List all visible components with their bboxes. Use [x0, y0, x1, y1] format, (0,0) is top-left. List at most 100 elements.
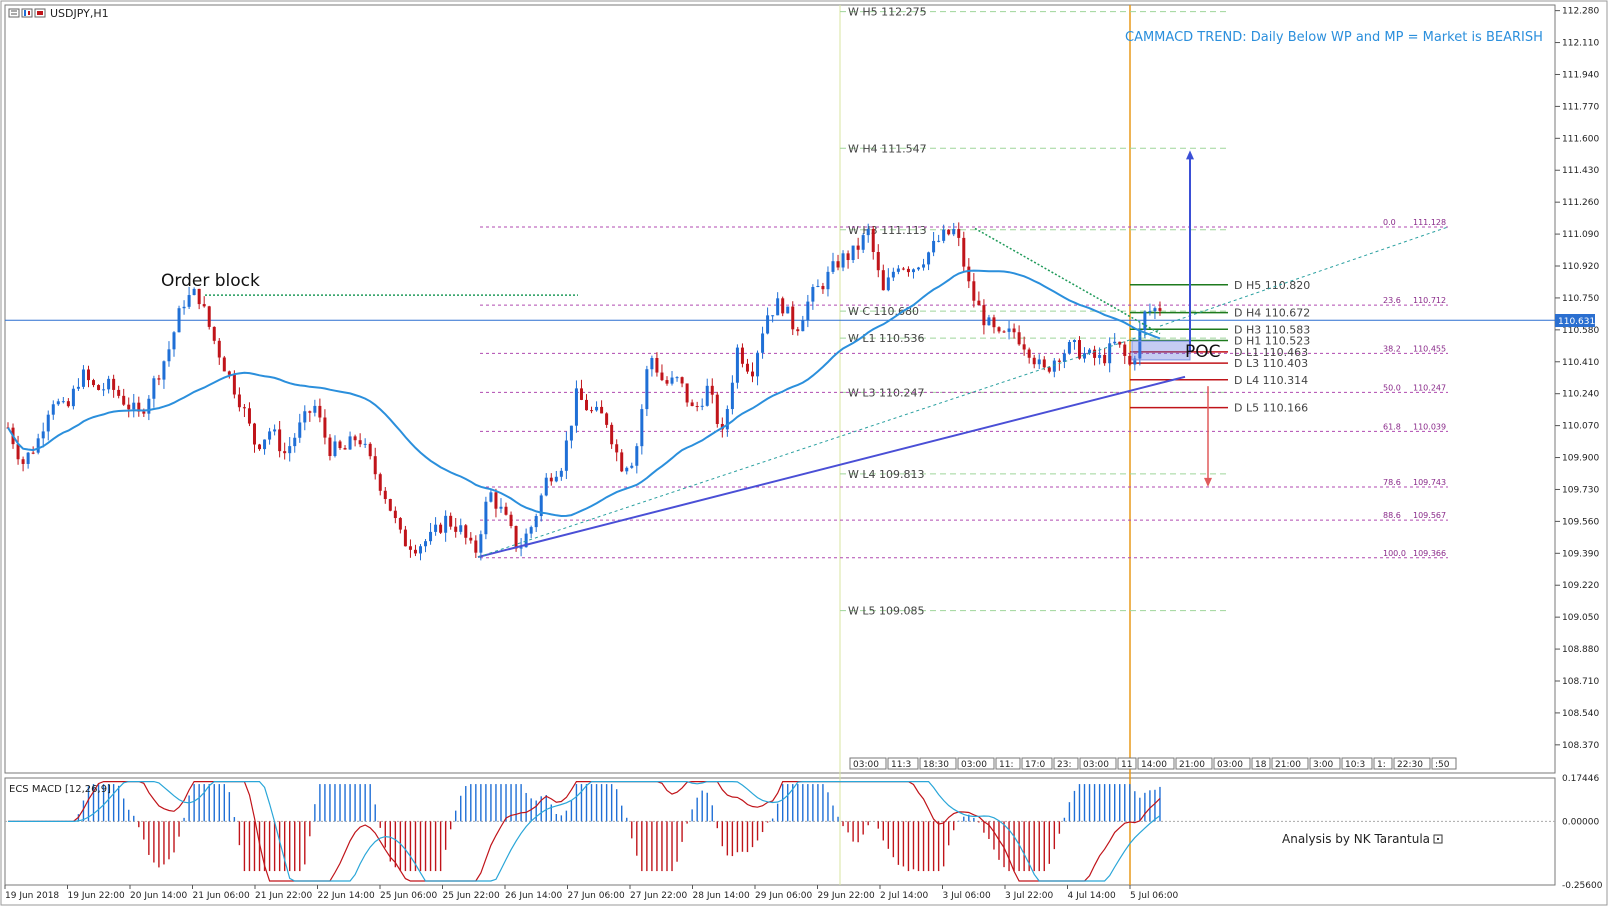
candle-body [962, 237, 966, 267]
candle-body [947, 229, 951, 235]
candle-body [680, 377, 684, 384]
candle-body [730, 382, 734, 410]
candle-mode-icon[interactable] [21, 8, 33, 18]
candle-body [665, 380, 669, 384]
candle-body [222, 357, 226, 372]
candle-body [202, 304, 206, 307]
candle-body [56, 401, 60, 405]
candle-body [856, 245, 860, 250]
price-tick-label: 110.920 [1562, 262, 1599, 272]
candle-body [549, 477, 553, 482]
session-time-marker: 11: [995, 757, 1021, 770]
candle-body [237, 394, 241, 408]
session-time-marker: 1: [1373, 757, 1393, 770]
price-chart[interactable]: W H5 112.275W H4 111.547W H3 111.113W C … [0, 0, 1611, 907]
candle-body [278, 429, 282, 452]
session-time-marker: 03:00 [1213, 757, 1251, 770]
price-tick-label: 111.600 [1562, 134, 1599, 144]
session-time-marker-label: 21:00 [1179, 760, 1205, 770]
candle-body [776, 298, 780, 316]
time-tick-label: 29 Jun 06:00 [755, 891, 812, 901]
candle-body [1047, 367, 1051, 372]
session-time-marker-label: 18:30 [923, 760, 949, 770]
price-tick-label: 109.900 [1562, 454, 1599, 464]
candle-body [740, 347, 744, 364]
session-time-marker: 22:30 [1393, 757, 1431, 770]
candle-body [695, 406, 699, 408]
candle-body [1093, 349, 1097, 358]
candle-body [1042, 359, 1046, 368]
daily-pivot-label: D H5 110.820 [1234, 279, 1310, 292]
time-tick-label: 28 Jun 14:00 [693, 891, 750, 901]
time-tick-label: 25 Jun 22:00 [443, 891, 500, 901]
candle-body [398, 518, 402, 530]
session-time-marker-label: 11:3 [891, 760, 911, 770]
candle-body [127, 404, 131, 410]
candle-body [92, 380, 96, 386]
price-tick-label: 110.580 [1562, 326, 1599, 336]
candle-body [76, 386, 80, 389]
candle-body [348, 436, 352, 450]
price-tick-label: 109.220 [1562, 581, 1599, 591]
candle-body [358, 440, 362, 445]
candle-body [258, 444, 262, 450]
price-tick-label: 110.750 [1562, 294, 1599, 304]
time-tick-label: 5 Jul 06:00 [1130, 891, 1179, 901]
fib-value-label: 111.128 [1413, 218, 1446, 227]
candle-body [544, 477, 548, 496]
session-time-marker: 03:00 [849, 757, 887, 770]
order-block-label: Order block [161, 271, 260, 291]
session-time-marker-label: 11 [1121, 760, 1132, 770]
session-time-marker-label: 21:00 [1275, 760, 1301, 770]
candle-body [268, 431, 272, 440]
fib-pct-label: 78.6 [1383, 478, 1401, 487]
candle-body [343, 448, 347, 450]
fib-value-label: 110.039 [1413, 422, 1446, 431]
candle-body [937, 240, 941, 242]
candle-body [403, 529, 407, 547]
session-time-marker: 10:3 [1341, 757, 1373, 770]
time-tick-label: 25 Jun 06:00 [380, 891, 437, 901]
candle-body [1113, 341, 1117, 344]
candle-body [252, 423, 256, 445]
candle-body [1032, 357, 1036, 365]
candle-body [418, 546, 422, 554]
time-tick-label: 29 Jun 22:00 [818, 891, 875, 901]
candle-body [41, 431, 45, 439]
candle-body [1027, 349, 1031, 358]
price-tick-label: 111.770 [1562, 102, 1599, 112]
candle-body [494, 492, 498, 509]
candle-body [1128, 355, 1132, 365]
chart-menu-icon[interactable] [8, 8, 20, 18]
candle-body [81, 369, 85, 387]
candle-body [997, 327, 1001, 332]
candle-body [1118, 341, 1122, 345]
session-time-marker: 03:00 [1079, 757, 1117, 770]
candle-body [655, 357, 659, 373]
time-tick-label: 27 Jun 22:00 [630, 891, 687, 901]
candle-body [1103, 354, 1107, 364]
fib-pct-label: 23.6 [1383, 296, 1401, 305]
candle-body [172, 332, 176, 350]
candle-body [579, 388, 583, 400]
candle-body [97, 385, 101, 390]
candle-body [977, 300, 981, 306]
candle-body [489, 492, 493, 502]
candle-body [303, 411, 307, 423]
bar-mode-icon[interactable] [34, 8, 46, 18]
session-time-marker-label: 1: [1377, 760, 1386, 770]
candle-body [952, 229, 956, 235]
daily-pivot-label: D L4 110.314 [1234, 374, 1308, 387]
fib-pct-label: 50.0 [1383, 383, 1401, 392]
candle-body [650, 357, 654, 370]
candle-body [434, 524, 438, 532]
candle-body [866, 228, 870, 236]
price-tick-label: 109.730 [1562, 485, 1599, 495]
session-time-marker-label: 03:00 [853, 760, 879, 770]
candle-body [896, 268, 900, 272]
price-tick-label: 110.410 [1562, 358, 1599, 368]
candle-body [318, 405, 322, 418]
candle-body [86, 369, 90, 381]
candle-body [338, 441, 342, 449]
fib-pct-label: 61.8 [1383, 422, 1401, 431]
